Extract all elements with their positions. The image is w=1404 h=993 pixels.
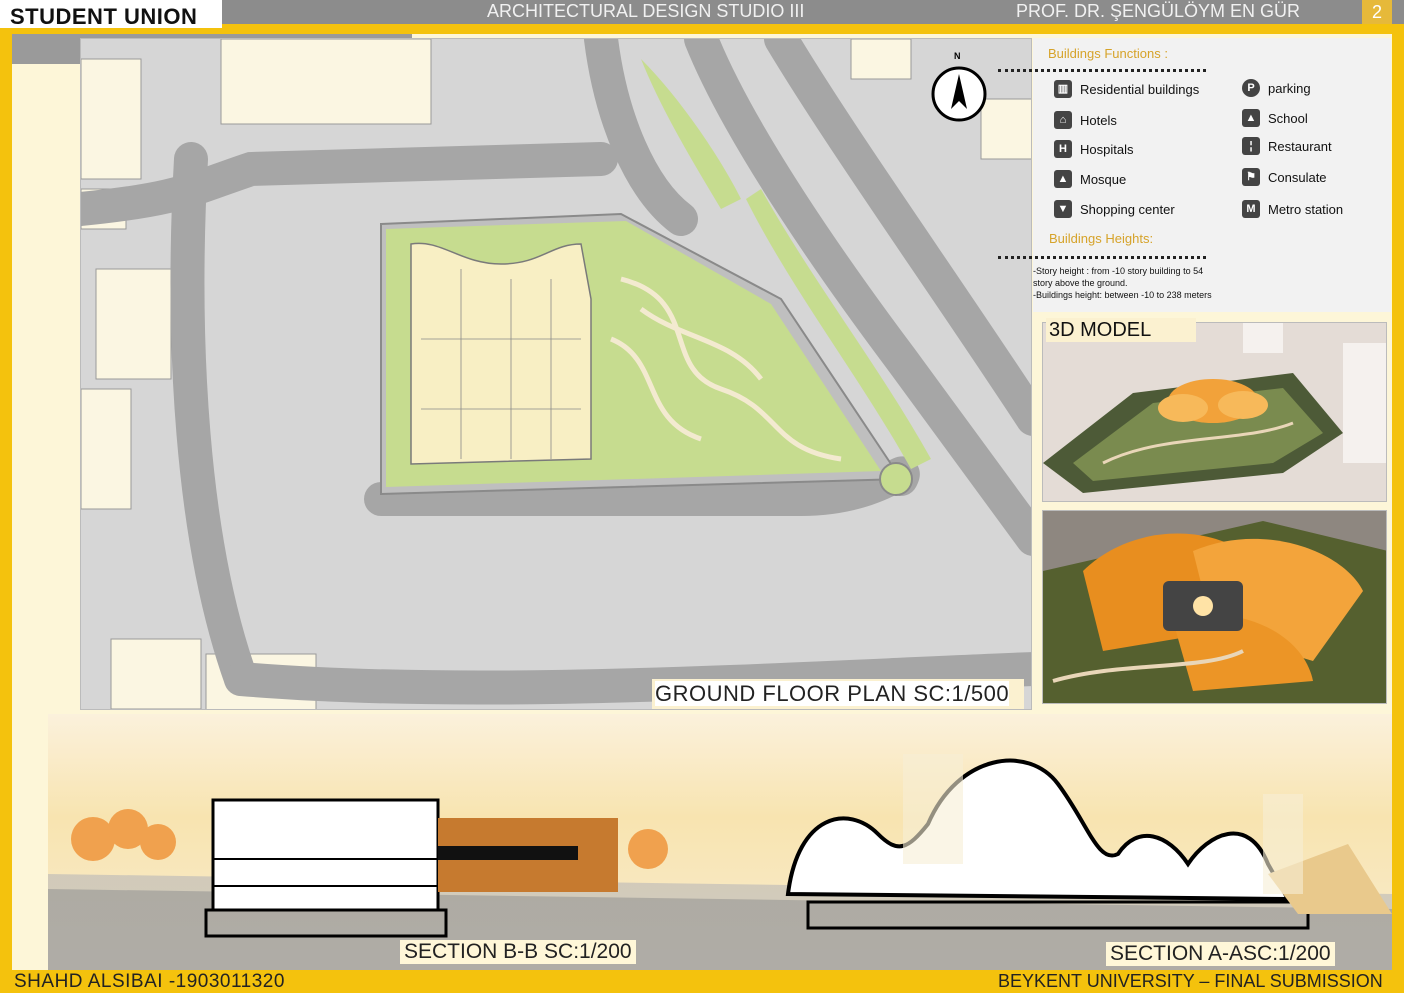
legend-item-consulate: ⚑ Consulate (1242, 168, 1327, 186)
legend-item-residential: ▥ Residential buildings (1054, 80, 1199, 98)
heights-divider (998, 256, 1206, 259)
legend-item-hospitals: H Hospitals (1054, 140, 1133, 158)
section-bb-label: SECTION B-B SC:1/200 (400, 940, 636, 964)
model-render-closeup (1042, 510, 1387, 704)
3d-model-label: 3D MODEL (1046, 318, 1196, 342)
studio-name: ARCHITECTURAL DESIGN STUDIO III (487, 1, 805, 21)
shopping-cart-icon: ▼ (1054, 200, 1072, 218)
sections-drawing (48, 754, 1392, 972)
left-border-stripe (0, 24, 12, 974)
parking-icon: P (1242, 79, 1260, 97)
page-number: 2 (1362, 0, 1392, 24)
restaurant-icon: ¦ (1242, 137, 1260, 155)
hospital-icon: H (1054, 140, 1072, 158)
legend-item-hotels: ⌂ Hotels (1054, 111, 1117, 129)
heights-notes: -Story height : from -10 story building … (1033, 266, 1212, 300)
flag-icon: ⚑ (1242, 168, 1260, 186)
title-box: STUDENT UNION (0, 0, 222, 32)
author-info: SHAHD ALSIBAI -1903011320 (14, 971, 285, 992)
functions-divider (998, 69, 1206, 72)
ground-floor-plan-text: GROUND FLOOR PLAN SC:1/500 (655, 681, 1010, 706)
legend-item-metro: M Metro station (1242, 200, 1343, 218)
professor-name: PROF. DR. ŞENGÜLÖYM EN GÜR (1016, 1, 1301, 21)
north-label: N (954, 51, 961, 61)
school-icon: ▲ (1242, 109, 1260, 127)
footer-bar: SHAHD ALSIBAI -1903011320 BEYKENT UNIVER… (0, 970, 1404, 993)
section-aa-label: SECTION A-ASC:1/200 (1106, 942, 1335, 966)
mosque-icon: ▲ (1054, 170, 1072, 188)
legend-item-parking: Pparking (1242, 79, 1311, 97)
ground-floor-plan-label: GROUND FLOOR PLAN SC:1/500 (652, 679, 1024, 709)
legend-item-shopping: ▼ Shopping center (1054, 200, 1175, 218)
roundabout (879, 462, 913, 496)
section-aa (785, 754, 1392, 930)
sections-area: SECTION B-B SC:1/200 SECTION A-ASC:1/200 (48, 714, 1392, 972)
legend-item-restaurant: ¦ Restaurant (1242, 137, 1332, 155)
north-arrow (931, 66, 987, 122)
heights-heading: Buildings Heights: (1049, 231, 1154, 246)
model-render-aerial (1042, 322, 1387, 502)
functions-heading: Buildings Functions : (1048, 46, 1168, 61)
right-border-stripe (1392, 24, 1404, 974)
page-title: STUDENT UNION (10, 4, 198, 29)
legend-item-school: ▲ School (1242, 109, 1308, 127)
building-footprint (410, 242, 592, 465)
trees-left (71, 809, 176, 861)
legend-item-mosque: ▲ Mosque (1054, 170, 1126, 188)
site-plan-drawing (81, 39, 1031, 709)
hotel-icon: ⌂ (1054, 111, 1072, 129)
metro-icon: M (1242, 200, 1260, 218)
residential-buildings-icon: ▥ (1054, 80, 1072, 98)
university-info: BEYKENT UNIVERSITY – FINAL SUBMISSION (998, 971, 1383, 991)
ground-floor-site-plan: N (80, 38, 1032, 710)
